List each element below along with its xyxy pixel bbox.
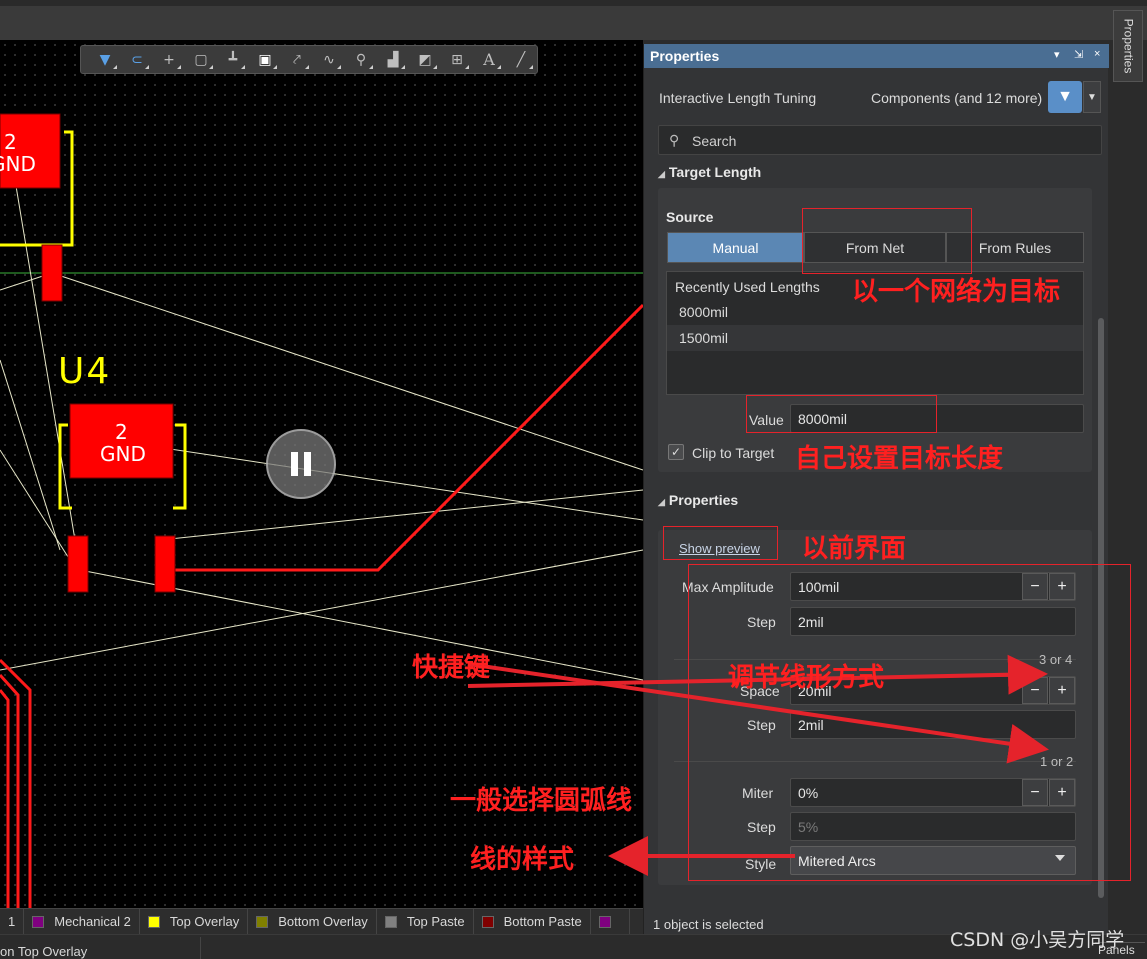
annotation-from-net: 以一个网络为目标 [852,277,1061,307]
side-tab-label: Properties [1121,18,1136,74]
annotation-value: 自己设置目标长度 [795,444,1004,474]
selection-status: 1 object is selected [653,917,764,932]
layer-tab-mechanical-2[interactable]: Mechanical 2 [24,908,140,935]
clip-to-target-checkbox[interactable]: ✓ [668,444,684,460]
via-icon[interactable]: ⚲ [345,46,377,73]
copper-traces [0,303,643,908]
layer-tab-label: Bottom Overlay [278,914,368,929]
annotation-box-from-net [802,208,972,274]
designator-u4: U4 [58,351,112,392]
search-placeholder: Search [692,133,737,149]
dimension-icon[interactable]: ⊞ [441,46,473,73]
top-net-name: GND [0,152,36,176]
align-icon[interactable]: ┻ [217,46,249,73]
pause-button[interactable] [266,429,336,499]
title-strip [0,0,1147,40]
section-title: Target Length [668,164,762,180]
layer-tab-top-overlay[interactable]: Top Overlay [140,908,249,935]
watermark: CSDN @小吴方同学 [950,929,1125,951]
length-tune-icon[interactable]: ∿ [313,46,345,73]
collapse-icon: ◢ [658,169,665,179]
annotation-style: 线的样式 [470,845,575,875]
filter-button[interactable]: ▼ [1048,81,1082,113]
pad-number: 2 [115,420,128,444]
net-name: GND [100,442,146,466]
cross-icon[interactable]: + [153,46,185,73]
layer-tab-label: Bottom Paste [503,914,582,929]
panel-menu-icon[interactable]: ▾ [1054,48,1060,61]
source-label: Source [666,209,714,225]
source-manual-button[interactable]: Manual [667,232,804,263]
line-icon[interactable]: ╱ [505,46,537,73]
status-layer-text: on Top Overlay [0,944,88,959]
component-icon[interactable]: ▣ [249,46,281,73]
properties-side-tab[interactable]: Properties [1113,10,1143,82]
annotation-box-value [746,395,937,433]
layer-tab-label: Mechanical 2 [54,914,131,929]
layer-tabs: 1 Mechanical 2 Top Overlay Bottom Overla… [0,908,643,935]
search-input[interactable]: ⚲ Search [658,125,1102,155]
pause-icon [291,452,298,476]
layer-tab-top-paste[interactable]: Top Paste [377,908,474,935]
layer-swatch [598,915,611,928]
layer-tab-bottom-overlay[interactable]: Bottom Overlay [248,908,377,935]
chevron-down-icon: ▼ [1087,91,1097,103]
annotation-preview: 以前界面 [802,534,907,564]
layer-swatch [481,915,494,928]
layer-swatch [256,915,269,928]
filter-summary: Components (and 12 more) [871,90,1043,106]
annotation-arc: 一般选择圆弧线 [450,786,633,816]
status-divider [200,937,201,959]
recent-lengths-header: Recently Used Lengths [675,279,820,295]
annotation-adjust: 调节线形方式 [728,663,885,693]
layer-swatch [384,915,397,928]
layer-tab[interactable]: 1 [0,908,25,935]
text-icon[interactable]: A [473,46,505,73]
layer-swatch [147,915,160,928]
section-properties[interactable]: ◢ Properties [658,492,738,508]
section-title: Properties [668,492,739,508]
filter-icon: ▼ [1057,88,1073,105]
mode-label: Interactive Length Tuning [659,90,817,106]
panel-header: Properties ▾ ⇲ × [644,44,1109,68]
panel-title: Properties [650,48,720,64]
annotation-shortcut: 快捷键 [412,653,491,683]
annotation-box-preview [663,526,778,560]
app-window: 2 GND U4 2 GND ▼ ⊂ + ▢ ┻ ▣ ⤤ ∿ ⚲ ▟ ◩ ⊞ A… [0,0,1147,959]
filter-dropdown[interactable]: ▼ [1083,81,1101,113]
pcb-toolbar: ▼ ⊂ + ▢ ┻ ▣ ⤤ ∿ ⚲ ▟ ◩ ⊞ A ╱ [80,45,538,74]
layer-swatch [32,915,45,928]
pause-icon-bar [304,452,311,476]
layer-tab-label: 1 [8,914,16,929]
panel-pin-icon[interactable]: ⇲ [1074,48,1083,61]
search-icon: ⚲ [669,132,680,148]
layer-tab-more[interactable] [591,908,630,935]
filter-icon[interactable]: ▼ [89,46,121,73]
fill-icon[interactable]: ▟ [377,46,409,73]
clip-to-target-label: Clip to Target [692,445,775,461]
region-icon[interactable]: ◩ [409,46,441,73]
top-pad-number: 2 [4,130,17,154]
track-icon[interactable]: ⤤ [281,46,313,73]
layer-tab-label: Top Overlay [169,914,240,929]
section-target-length[interactable]: ◢ Target Length [658,164,761,180]
layer-tab-bottom-paste[interactable]: Bottom Paste [474,908,591,935]
annotation-box-properties [688,564,1131,881]
collapse-icon: ◢ [658,497,665,507]
layer-tab-label: Top Paste [406,914,465,929]
route-icon[interactable]: ⊂ [121,46,153,73]
panel-close-icon[interactable]: × [1094,48,1100,60]
list-item[interactable]: 1500mil [667,325,1083,351]
select-rect-icon[interactable]: ▢ [185,46,217,73]
